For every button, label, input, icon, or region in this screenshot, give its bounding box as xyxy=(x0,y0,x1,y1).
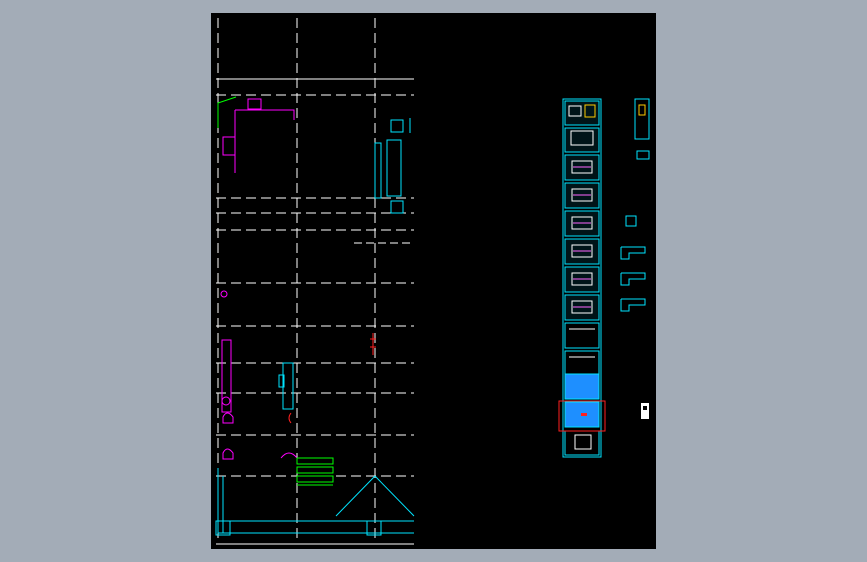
cad-drawing[interactable] xyxy=(211,13,656,549)
cad-model-space[interactable] xyxy=(211,13,656,549)
sheet-thumbnail-column[interactable] xyxy=(558,98,606,458)
sheet-thumbnail-10[interactable] xyxy=(564,350,600,377)
sheet-thumbnail-11[interactable] xyxy=(564,373,600,400)
sheet-marker-icon xyxy=(581,413,587,416)
sheet-thumbnail-2[interactable] xyxy=(564,127,600,153)
drawing-viewport[interactable] xyxy=(0,0,867,562)
structural-grid xyxy=(216,18,414,545)
side-tag-marker xyxy=(641,403,649,419)
red-marker-layer xyxy=(288,333,376,424)
sheet-thumbnail-9[interactable] xyxy=(564,322,600,349)
fixture-layer xyxy=(220,98,298,460)
side-legend xyxy=(620,98,650,312)
